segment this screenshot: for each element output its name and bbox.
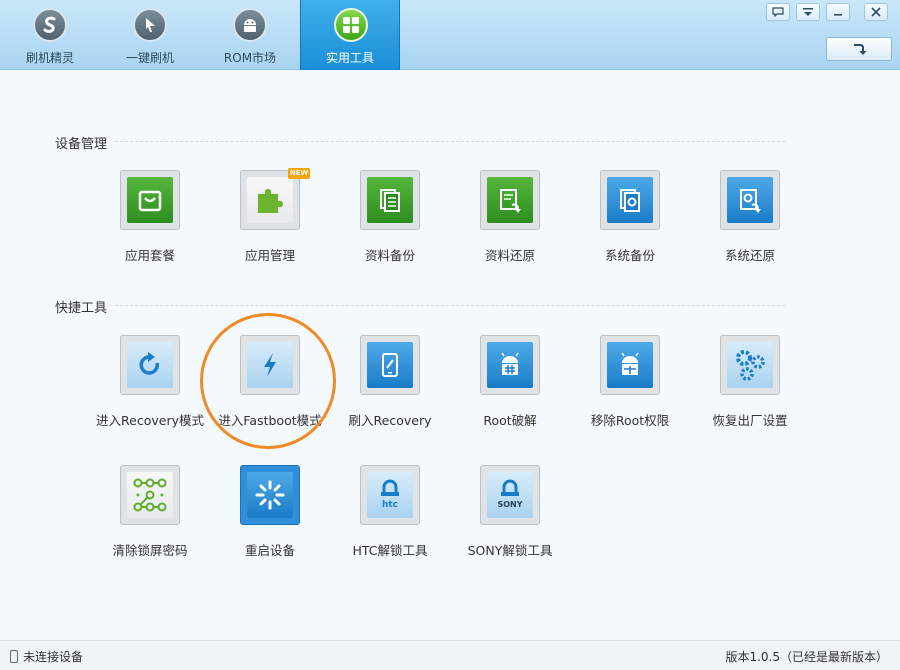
tool-label: 恢复出厂设置 <box>712 413 788 428</box>
flash-wizard-icon <box>33 8 67 42</box>
puzzle-icon <box>247 177 293 223</box>
tab-label: ROM市场 <box>223 51 277 65</box>
android-root-icon <box>487 342 533 388</box>
grid-apps-icon <box>334 8 368 42</box>
refresh-arrow-icon <box>127 342 173 388</box>
tab-utilities[interactable]: 实用工具 <box>300 0 400 70</box>
section-divider <box>55 141 785 142</box>
tab-flash-wizard[interactable]: 刷机精灵 <box>0 0 100 70</box>
loading-spinner-icon <box>247 472 293 518</box>
shopping-bag-icon <box>127 177 173 223</box>
tool-label: 系统还原 <box>724 248 775 263</box>
close-button[interactable] <box>864 3 888 21</box>
tab-label: 一键刷机 <box>125 51 174 65</box>
minimize-button[interactable] <box>826 3 850 21</box>
section-divider <box>55 305 785 306</box>
tool-label: SONY解锁工具 <box>467 543 553 558</box>
new-badge: NEW <box>288 168 310 179</box>
system-backup-icon <box>607 177 653 223</box>
lightning-icon <box>247 342 293 388</box>
cursor-arrow-icon <box>133 8 167 42</box>
tab-one-click-flash[interactable]: 一键刷机 <box>100 0 200 70</box>
close-icon <box>871 7 881 17</box>
document-restore-icon <box>487 177 533 223</box>
pattern-lock-icon <box>127 472 173 518</box>
documents-icon <box>367 177 413 223</box>
connection-status-text: 未连接设备 <box>23 650 84 664</box>
sony-lock-icon: SONY <box>487 472 533 518</box>
gears-icon <box>727 342 773 388</box>
phone-edit-icon <box>367 342 413 388</box>
menu-dropdown-icon <box>803 8 813 16</box>
connection-status: 未连接设备 <box>10 648 83 665</box>
curved-arrow-icon <box>854 44 867 55</box>
android-unroot-icon <box>607 342 653 388</box>
android-icon <box>233 8 267 42</box>
section-title-quick-tools: 快捷工具 <box>55 297 114 316</box>
tab-label: 刷机精灵 <box>25 51 74 65</box>
phone-icon <box>10 650 18 663</box>
section-title-device-management: 设备管理 <box>55 133 114 152</box>
refresh-button[interactable] <box>826 37 892 61</box>
menu-button[interactable] <box>796 3 820 21</box>
minimize-icon <box>834 14 842 16</box>
chat-bubble-icon <box>772 7 784 17</box>
top-navigation-bar: 刷机精灵 一键刷机 ROM市场 实用工具 <box>0 0 900 70</box>
system-restore-icon <box>727 177 773 223</box>
feedback-button[interactable] <box>766 3 790 21</box>
version-info: 版本1.0.5（已经是最新版本） <box>725 650 888 664</box>
tab-rom-market[interactable]: ROM市场 <box>200 0 300 70</box>
status-bar: 未连接设备 版本1.0.5（已经是最新版本） <box>0 640 900 670</box>
htc-lock-icon: htc <box>367 472 413 518</box>
svg-text:SONY: SONY <box>497 500 522 509</box>
svg-text:htc: htc <box>382 500 398 510</box>
tab-label: 实用工具 <box>325 51 374 65</box>
